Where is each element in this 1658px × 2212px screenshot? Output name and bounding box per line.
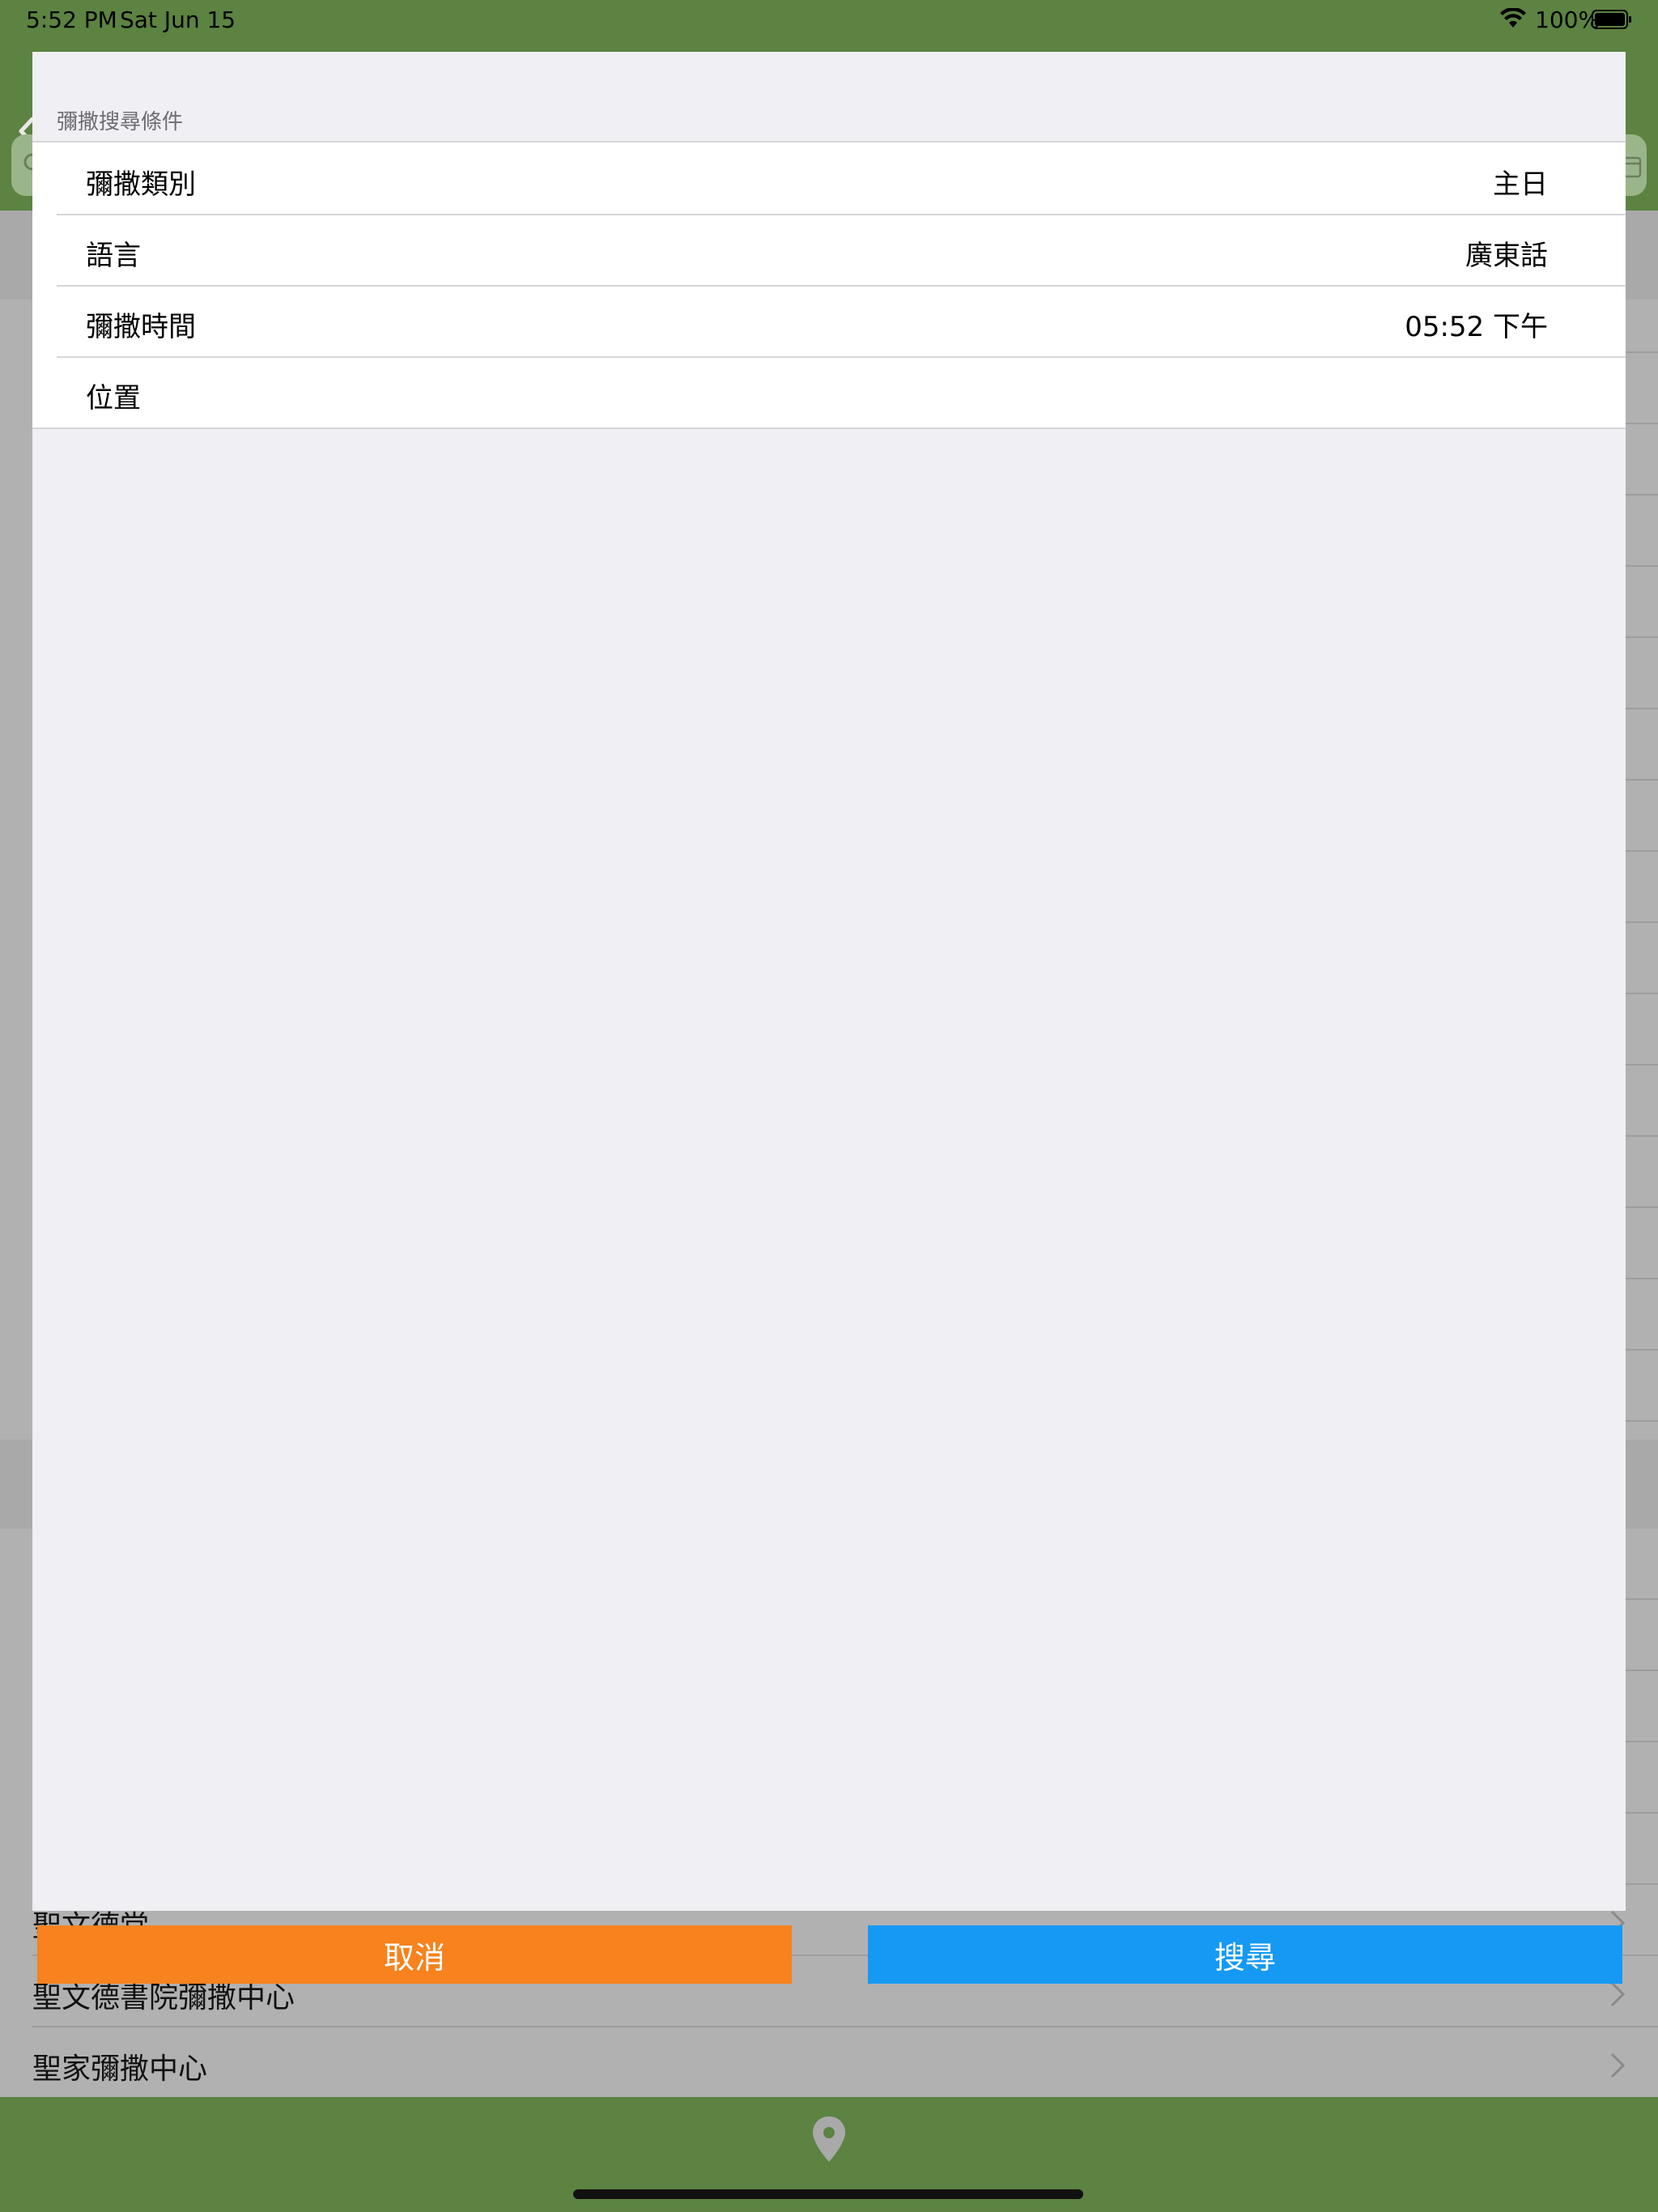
location-pin-icon[interactable] bbox=[811, 2115, 847, 2163]
row-label: 彌撒類別 bbox=[86, 168, 196, 201]
row-label: 位置 bbox=[86, 382, 141, 415]
row-mass-time[interactable]: 彌撒時間 05:52 下午 bbox=[32, 285, 1626, 356]
row-location[interactable]: 位置 bbox=[32, 356, 1626, 428]
tab-bar bbox=[0, 2097, 1658, 2212]
row-label: 彌撒時間 bbox=[86, 311, 196, 343]
row-value: 廣東話 bbox=[1465, 240, 1548, 272]
battery-percentage: 100% bbox=[1535, 6, 1601, 33]
row-value: 05:52 下午 bbox=[1405, 311, 1548, 343]
status-time: 5:52 PM bbox=[26, 6, 117, 33]
cancel-button[interactable]: 取消 bbox=[37, 1925, 792, 1984]
row-language[interactable]: 語言 廣東話 bbox=[32, 214, 1626, 285]
section-header: 彌撒搜尋條件 bbox=[57, 110, 184, 134]
row-value: 主日 bbox=[1493, 168, 1548, 201]
search-criteria-list: 彌撒類別 主日 語言 廣東話 彌撒時間 05:52 下午 位置 bbox=[32, 141, 1626, 429]
row-mass-type[interactable]: 彌撒類別 主日 bbox=[32, 143, 1626, 214]
wifi-icon bbox=[1500, 8, 1526, 28]
row-label: 語言 bbox=[86, 240, 141, 272]
mass-search-modal: 彌撒搜尋條件 彌撒類別 主日 語言 廣東話 彌撒時間 05:52 下午 位置 bbox=[32, 52, 1626, 1911]
search-button[interactable]: 搜尋 bbox=[868, 1925, 1622, 1984]
chevron-right-icon bbox=[1610, 1981, 1626, 2007]
list-item[interactable]: 聖家彌撒中心 bbox=[32, 2045, 207, 2087]
status-bar: 5:52 PM Sat Jun 15 100% bbox=[0, 0, 1658, 52]
status-date: Sat Jun 15 bbox=[120, 6, 236, 33]
home-indicator bbox=[573, 2189, 1083, 2199]
row-separator bbox=[32, 2026, 1658, 2027]
chevron-right-icon bbox=[1610, 2052, 1626, 2078]
battery-icon bbox=[1592, 10, 1631, 29]
